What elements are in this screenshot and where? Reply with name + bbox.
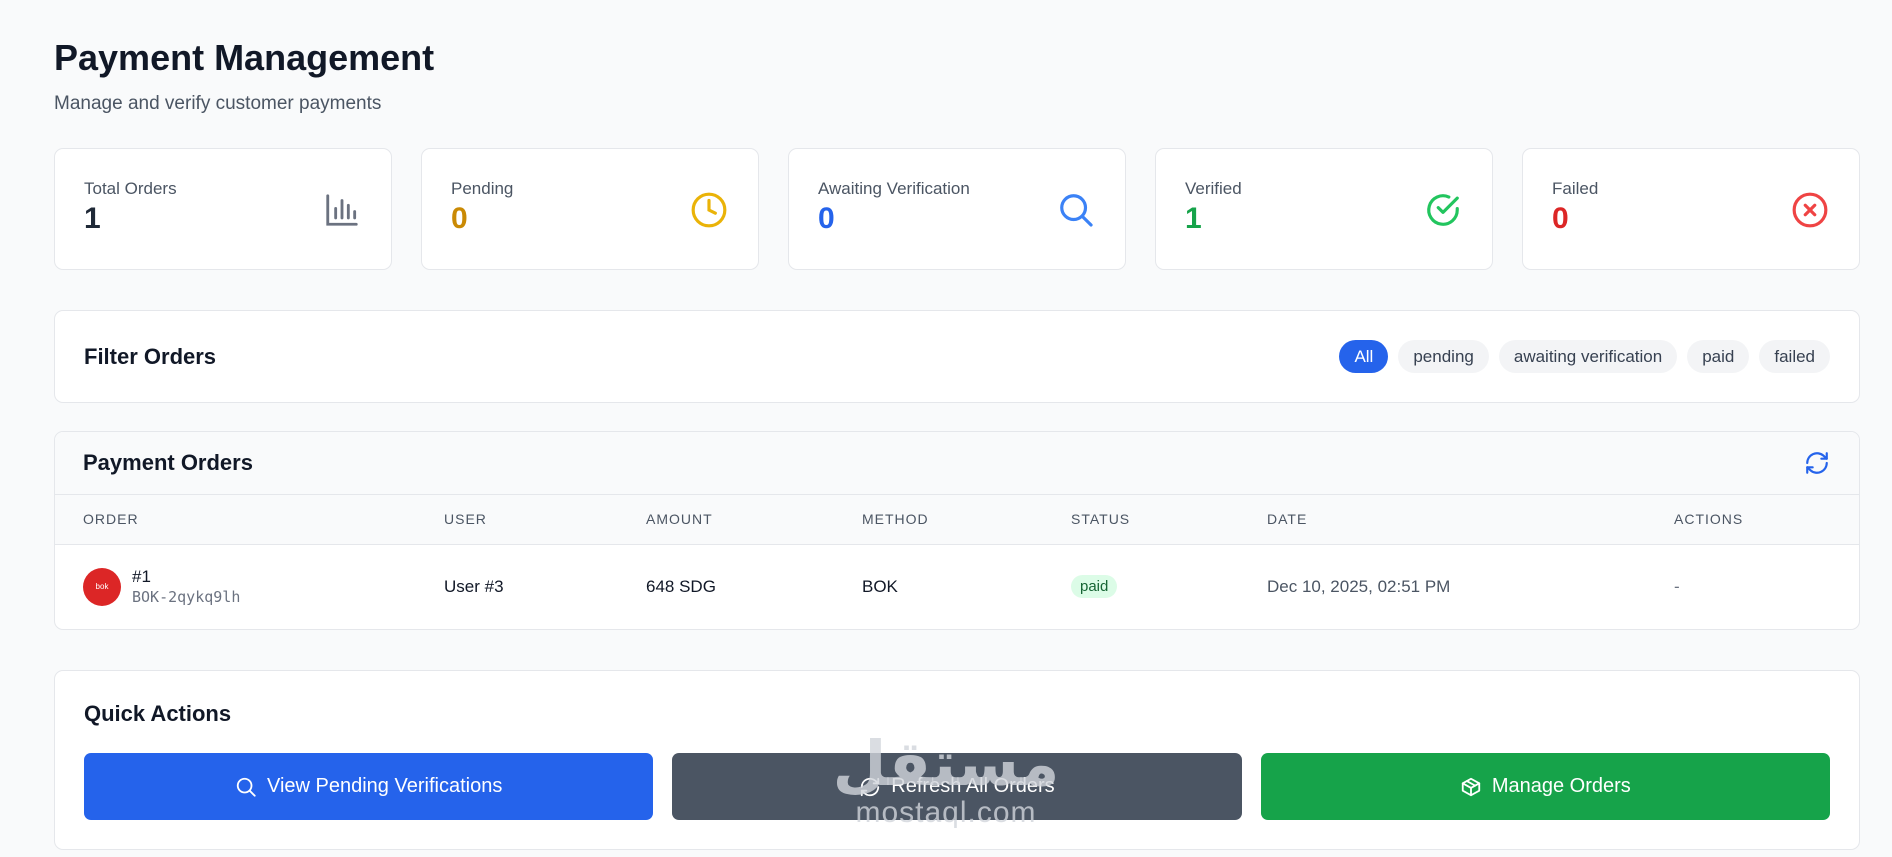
payment-orders-title: Payment Orders [83,450,253,475]
filter-chip-awaiting-verification[interactable]: awaiting verification [1498,340,1678,373]
order-reference: BOK-2qykq9lh [132,587,241,606]
quick-actions-row: View Pending Verifications Refresh All O… [84,753,1830,820]
filter-chip-paid[interactable]: paid [1687,340,1750,373]
status-cell: paid [1043,544,1239,629]
actions-cell: - [1674,576,1680,596]
stat-label: Pending [451,179,514,198]
button-label: View Pending Verifications [266,775,503,797]
stat-value: 0 [818,202,835,235]
filter-chip-pending[interactable]: pending [1398,340,1489,373]
stat-card-failed: Failed 0 [1522,148,1860,270]
stats-row: Total Orders 1 Pending 0 Awaiting Verifi… [54,148,1860,270]
stat-value: 1 [84,202,101,235]
stat-card-total-orders: Total Orders 1 [54,148,392,270]
column-header-user: USER [416,495,618,545]
button-label: Refresh All Orders [891,775,1055,797]
bank-logo: bok [83,567,121,606]
stat-value: 0 [1552,202,1569,235]
filter-chips: All pending awaiting verification paid f… [1339,340,1830,373]
order-number: #1 [132,566,151,586]
stat-label: Total Orders [84,179,177,198]
filter-orders-card: Filter Orders All pending awaiting verif… [54,310,1860,403]
refresh-icon [861,777,880,796]
x-circle-icon [1792,192,1828,228]
check-circle-icon [1427,194,1459,226]
bar-chart-icon [326,194,358,226]
payment-orders-card: Payment Orders ORDER USER AMOUNT METHOD … [54,431,1860,630]
table-header-row: ORDER USER AMOUNT METHOD STATUS DATE ACT… [55,495,1859,545]
column-header-amount: AMOUNT [618,495,834,545]
search-icon [236,777,256,797]
clock-icon [691,192,727,228]
filter-orders-title: Filter Orders [84,343,217,369]
user-cell: User #3 [444,576,504,596]
payment-management-page: Payment Management Manage and verify cus… [54,36,1860,850]
stat-card-verified: Verified 1 [1155,148,1493,270]
box-icon [1461,777,1480,796]
stat-value: 0 [451,202,468,235]
payment-orders-header: Payment Orders [55,432,1859,495]
payment-orders-table: ORDER USER AMOUNT METHOD STATUS DATE ACT… [55,495,1859,629]
column-header-status: STATUS [1043,495,1239,545]
page-subtitle: Manage and verify customer payments [54,93,382,114]
column-header-actions: ACTIONS [1646,495,1859,545]
stat-label: Failed [1552,179,1599,198]
date-cell: Dec 10, 2025, 02:51 PM [1267,576,1451,596]
column-header-date: DATE [1239,495,1646,545]
manage-orders-button[interactable]: Manage Orders [1260,753,1830,820]
quick-actions-card: Quick Actions View Pending Verifications… [54,670,1860,850]
view-pending-verifications-button[interactable]: View Pending Verifications [84,753,654,820]
filter-chip-failed[interactable]: failed [1759,340,1830,373]
refresh-icon[interactable] [1804,450,1830,476]
button-label: Manage Orders [1491,775,1631,797]
filter-chip-all[interactable]: All [1339,340,1389,373]
column-header-method: METHOD [834,495,1043,545]
quick-actions-title: Quick Actions [84,701,232,726]
method-cell: BOK [862,576,898,596]
order-cell: bok #1 BOK-2qykq9lh [55,544,416,629]
search-icon [1060,194,1093,227]
status-badge: paid [1071,575,1118,599]
refresh-all-orders-button[interactable]: Refresh All Orders [672,753,1242,820]
column-header-order: ORDER [55,495,416,545]
table-row[interactable]: bok #1 BOK-2qykq9lh User #3 648 SDG BOK … [55,544,1859,629]
page-title: Payment Management [54,37,435,78]
stat-label: Awaiting Verification [818,179,970,198]
stat-card-awaiting-verification: Awaiting Verification 0 [788,148,1126,270]
stat-label: Verified [1185,179,1242,198]
amount-cell: 648 SDG [646,576,716,596]
stat-value: 1 [1185,202,1202,235]
stat-card-pending: Pending 0 [421,148,759,270]
